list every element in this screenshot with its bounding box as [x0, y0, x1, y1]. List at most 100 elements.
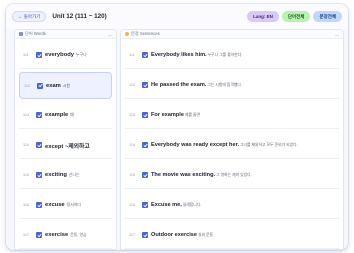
select-all-sentences-button[interactable]: 문장전체 — [313, 11, 342, 22]
sentence-row[interactable]: 112 He passed the exam. 그는 시험에 합격했다. — [125, 72, 339, 99]
sentence-korean: 예를 들면 — [184, 112, 200, 117]
sentence-row[interactable]: 117 Outdoor exercise 실외 운동 — [125, 222, 339, 249]
checkbox[interactable] — [142, 172, 148, 178]
checkbox[interactable] — [142, 142, 148, 148]
sentence-english: For example — [151, 112, 184, 118]
row-number: 117 — [23, 233, 30, 237]
checkbox[interactable] — [36, 142, 42, 148]
checkbox[interactable] — [36, 52, 42, 58]
checkbox[interactable] — [36, 112, 42, 118]
sentence-english: The movie was exciting. — [151, 172, 216, 178]
checkmark-icon — [37, 143, 41, 147]
sentence-korean: 그 영화는 재미 있었다. — [216, 172, 252, 177]
word-meaning: 누구나 — [76, 52, 87, 57]
sentences-panel: 문장 Sentences — 111 Everybody likes him. 누구… — [120, 29, 344, 250]
checkmark-icon — [143, 83, 147, 87]
checkmark-icon — [38, 83, 42, 88]
back-button[interactable]: ← 돌아가기 — [12, 11, 47, 22]
row-number: 117 — [129, 233, 136, 237]
app-window: ← 돌아가기 Unit 12 (111 ~ 120) Lang: EN 단어전체… — [6, 4, 348, 250]
speech-bubble-icon — [125, 32, 129, 36]
sentence-korean: 그녀를 제외하고 모두 준비가 되었다. — [240, 142, 298, 147]
language-toggle-button[interactable]: Lang: EN — [247, 11, 279, 22]
checkbox[interactable] — [142, 82, 148, 88]
row-number: 113 — [23, 113, 30, 117]
word-row[interactable]: 113 example 예 — [19, 102, 112, 129]
checkmark-icon — [143, 233, 147, 237]
word-term: excuse — [45, 202, 65, 208]
sentence-korean: 그는 시험에 합격했다. — [207, 82, 242, 87]
sentence-row[interactable]: 115 The movie was exciting. 그 영화는 재미 있었다. — [125, 162, 339, 189]
row-number: 115 — [23, 173, 30, 177]
sentence-row[interactable]: 114 Everybody was ready except her. 그녀를 제외… — [125, 132, 339, 159]
checkbox[interactable] — [36, 202, 42, 208]
word-row[interactable]: 116 excuse 용서하다 — [19, 192, 112, 219]
checkmark-icon — [143, 113, 147, 117]
row-number: 116 — [23, 203, 30, 207]
checkmark-icon — [143, 203, 147, 207]
checkmark-icon — [143, 53, 147, 57]
checkmark-icon — [37, 203, 41, 207]
row-number: 112 — [24, 83, 31, 88]
checkmark-icon — [37, 53, 41, 57]
checkmark-icon — [37, 233, 41, 237]
row-number: 111 — [129, 53, 135, 57]
sentence-korean: 실외 운동 — [198, 232, 214, 237]
sentence-english: Excuse me, — [151, 202, 182, 208]
sentence-row[interactable]: 113 For example 예를 들면 — [125, 102, 339, 129]
word-term: except ~제외하고 — [45, 143, 90, 150]
collapse-icon[interactable]: — — [108, 32, 112, 37]
collapse-icon[interactable]: — — [335, 32, 339, 37]
sentence-korean: 실례합니다. — [182, 202, 202, 207]
word-row[interactable]: 112 exam 시험 — [19, 72, 112, 99]
word-meaning: 신나는 — [68, 172, 80, 177]
word-row[interactable]: 114 except ~제외하고 — [19, 132, 112, 159]
row-number: 115 — [129, 173, 136, 177]
word-row[interactable]: 111 everybody 누구나 — [19, 42, 112, 69]
sentence-korean: 누구나 그를 좋아한다. — [207, 52, 243, 57]
words-panel-header: 단어 Words — — [15, 30, 116, 39]
header-bar: ← 돌아가기 Unit 12 (111 ~ 120) Lang: EN 단어전체… — [6, 4, 348, 29]
sentence-english: He passed the exam. — [151, 82, 207, 88]
word-meaning: 용서하다 — [66, 202, 81, 207]
row-number: 111 — [23, 53, 29, 57]
word-meaning: 운동, 연습 — [70, 232, 87, 237]
word-row[interactable]: 117 exercise 운동, 연습 — [19, 222, 112, 249]
word-term: everybody — [45, 52, 74, 58]
sentence-english: Everybody was ready except her. — [151, 142, 239, 148]
word-row[interactable]: 115 exciting 신나는 — [19, 162, 112, 189]
words-panel: 단어 Words — 111 everybody 누구나 112 exam 시험 113 ex… — [14, 29, 117, 250]
row-number: 114 — [23, 143, 30, 147]
row-number: 112 — [129, 83, 136, 87]
sentence-row[interactable]: 111 Everybody likes him. 누구나 그를 좋아한다. — [125, 42, 339, 69]
word-meaning: 시험 — [62, 82, 70, 88]
checkbox[interactable] — [142, 52, 148, 58]
sentence-english: Outdoor exercise — [151, 232, 198, 238]
book-icon — [19, 32, 23, 36]
words-panel-title: 단어 Words — [25, 31, 46, 36]
word-meaning: 예 — [70, 112, 74, 117]
select-all-words-button[interactable]: 단어전체 — [281, 11, 311, 22]
checkbox[interactable] — [36, 232, 42, 238]
checkbox[interactable] — [142, 202, 148, 208]
sentences-panel-title: 문장 Sentences — [131, 31, 160, 36]
sentence-english: Everybody likes him. — [151, 52, 207, 58]
checkbox[interactable] — [142, 232, 148, 238]
sentence-row[interactable]: 116 Excuse me, 실례합니다. — [125, 192, 339, 219]
word-term: example — [45, 112, 69, 118]
checkbox[interactable] — [37, 82, 43, 89]
back-label: ← 돌아가기 — [18, 13, 41, 19]
checkmark-icon — [37, 113, 41, 117]
checkmark-icon — [143, 173, 147, 177]
row-number: 116 — [129, 203, 136, 207]
row-number: 114 — [129, 143, 136, 147]
checkmark-icon — [37, 173, 41, 177]
word-term: exciting — [45, 172, 67, 178]
unit-title: Unit 12 (111 ~ 120) — [52, 13, 107, 20]
word-term: exam — [46, 82, 61, 89]
sentences-panel-header: 문장 Sentences — — [121, 30, 343, 39]
checkbox[interactable] — [36, 172, 42, 178]
word-term: exercise — [45, 232, 69, 238]
checkmark-icon — [143, 143, 147, 147]
checkbox[interactable] — [142, 112, 148, 118]
